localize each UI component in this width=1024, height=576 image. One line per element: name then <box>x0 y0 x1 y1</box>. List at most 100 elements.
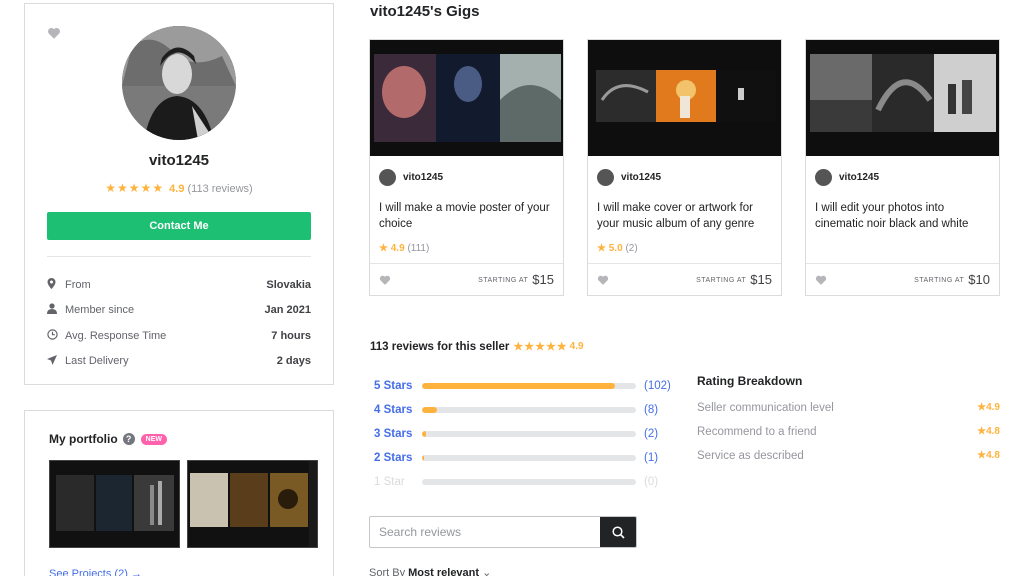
gig-footer: STARTING AT $15 <box>588 263 781 296</box>
star-filter-row[interactable]: 5 Stars (102) <box>374 374 674 398</box>
progress-track <box>422 407 636 413</box>
progress-track <box>422 455 636 461</box>
star-filter-count: (102) <box>644 380 671 392</box>
contact-me-button[interactable]: Contact Me <box>47 212 311 240</box>
gig-seller[interactable]: vito1245 <box>379 169 443 186</box>
sort-value[interactable]: Most relevant <box>408 567 479 576</box>
price-value: $15 <box>532 272 554 287</box>
star-filter-label[interactable]: 4 Stars <box>374 404 422 416</box>
gig-title[interactable]: I will make cover or artwork for your mu… <box>597 200 772 232</box>
star-icon: ★ <box>977 402 987 413</box>
star-icon: ★ <box>597 243 609 254</box>
stat-response-time: Avg. Response Time 7 hours <box>47 323 311 349</box>
star-rating-icons: ★★★★★ <box>513 341 568 353</box>
gig-card[interactable]: vito1245 I will make cover or artwork fo… <box>587 39 782 296</box>
see-projects-link[interactable]: See Projects (2) → <box>49 568 142 576</box>
gig-rating: ★ 4.9 (111) <box>379 243 429 254</box>
gig-seller[interactable]: vito1245 <box>597 169 661 186</box>
breakdown-label: Seller communication level <box>697 402 834 414</box>
progress-track <box>422 431 636 437</box>
gig-thumbnail[interactable] <box>806 40 999 156</box>
breakdown-label: Service as described <box>697 450 804 462</box>
breakdown-row: Recommend to a friend ★4.8 <box>697 426 1000 450</box>
help-icon[interactable]: ? <box>122 433 135 445</box>
gig-seller-name: vito1245 <box>403 172 444 183</box>
clock-icon <box>47 329 65 343</box>
gig-card[interactable]: vito1245 I will edit your photos into ci… <box>805 39 1000 296</box>
gig-thumbnail[interactable] <box>370 40 563 156</box>
avatar <box>122 26 236 140</box>
gig-thumbnail[interactable] <box>588 40 781 156</box>
portfolio-title: My portfolio ? NEW <box>49 432 167 446</box>
star-filter-count: (8) <box>644 404 659 416</box>
price-label: STARTING AT <box>696 277 747 284</box>
review-search <box>369 516 637 548</box>
gig-card[interactable]: vito1245 I will make a movie poster of y… <box>369 39 564 296</box>
gigs-section-title: vito1245's Gigs <box>370 3 480 20</box>
stat-last-delivery: Last Delivery 2 days <box>47 349 311 375</box>
price-label: STARTING AT <box>478 277 529 284</box>
location-pin-icon <box>47 277 65 292</box>
gig-rating-value: 5.0 <box>608 243 623 254</box>
breakdown-row: Service as described ★4.8 <box>697 450 1000 474</box>
seller-rating: ★★★★★ 4.9 (113 reviews) <box>25 181 333 195</box>
gig-price: STARTING AT $10 <box>914 272 990 287</box>
heart-icon[interactable] <box>597 274 609 286</box>
gig-rating-count: (111) <box>407 243 430 254</box>
star-filter-label[interactable]: 2 Stars <box>374 452 422 464</box>
mini-avatar <box>597 169 614 186</box>
rating-breakdown: Rating Breakdown Seller communication le… <box>697 374 1000 474</box>
portfolio-thumbnail[interactable] <box>187 460 318 548</box>
star-filter-row[interactable]: 4 Stars (8) <box>374 398 674 422</box>
star-filter-count: (1) <box>644 452 659 464</box>
gig-footer: STARTING AT $15 <box>370 263 563 296</box>
user-icon <box>47 303 65 317</box>
search-button[interactable] <box>600 517 636 547</box>
sort-control[interactable]: Sort By Most relevant ⌄ <box>369 566 491 576</box>
gig-price: STARTING AT $15 <box>696 272 772 287</box>
heart-icon[interactable] <box>815 274 827 286</box>
reviews-header-text: 113 reviews for this seller <box>370 340 510 353</box>
gig-price: STARTING AT $15 <box>478 272 554 287</box>
star-rating-icons: ★★★★★ <box>105 181 165 195</box>
stat-label: From <box>65 278 91 291</box>
stat-value: Jan 2021 <box>264 304 311 317</box>
search-input[interactable] <box>370 517 600 547</box>
progress-fill <box>422 431 426 437</box>
price-value: $10 <box>968 272 990 287</box>
progress-fill <box>422 407 438 413</box>
star-filter-count: (2) <box>644 428 659 440</box>
reviews-header: 113 reviews for this seller ★★★★★ 4.9 <box>370 340 584 354</box>
star-filter-count: (0) <box>644 476 659 488</box>
heart-icon[interactable] <box>379 274 391 286</box>
star-icon: ★ <box>379 243 391 254</box>
gig-title[interactable]: I will make a movie poster of your choic… <box>379 200 554 232</box>
seller-username[interactable]: vito1245 <box>25 152 333 169</box>
stat-from: From Slovakia <box>47 272 311 298</box>
portfolio-title-text: My portfolio <box>49 432 118 446</box>
chevron-down-icon: ⌄ <box>482 567 492 576</box>
seller-profile-card: vito1245 ★★★★★ 4.9 (113 reviews) Contact… <box>24 3 334 385</box>
heart-icon[interactable] <box>47 26 61 40</box>
breakdown-score-value: 4.8 <box>986 450 1000 461</box>
price-value: $15 <box>750 272 772 287</box>
gig-rating: ★ 5.0 (2) <box>597 243 638 254</box>
portfolio-thumbnail[interactable] <box>49 460 180 548</box>
gig-seller[interactable]: vito1245 <box>815 169 879 186</box>
price-label: STARTING AT <box>914 277 965 284</box>
gig-seller-name: vito1245 <box>621 172 662 183</box>
star-filter-label[interactable]: 5 Stars <box>374 380 422 392</box>
star-filter-row[interactable]: 3 Stars (2) <box>374 422 674 446</box>
star-filter-label: 1 Star <box>374 476 405 488</box>
paper-plane-icon <box>47 354 65 368</box>
progress-track <box>422 383 636 389</box>
mini-avatar <box>815 169 832 186</box>
gig-title[interactable]: I will edit your photos into cinematic n… <box>815 200 990 232</box>
star-filter-row[interactable]: 2 Stars (1) <box>374 446 674 470</box>
rating-breakdown-title: Rating Breakdown <box>697 374 803 388</box>
seller-stats: From Slovakia Member since Jan 2021 Avg.… <box>47 272 311 374</box>
review-count: (113 reviews) <box>187 183 253 195</box>
star-filter-label[interactable]: 3 Stars <box>374 428 422 440</box>
progress-fill <box>422 383 616 389</box>
stat-label: Member since <box>65 304 135 317</box>
